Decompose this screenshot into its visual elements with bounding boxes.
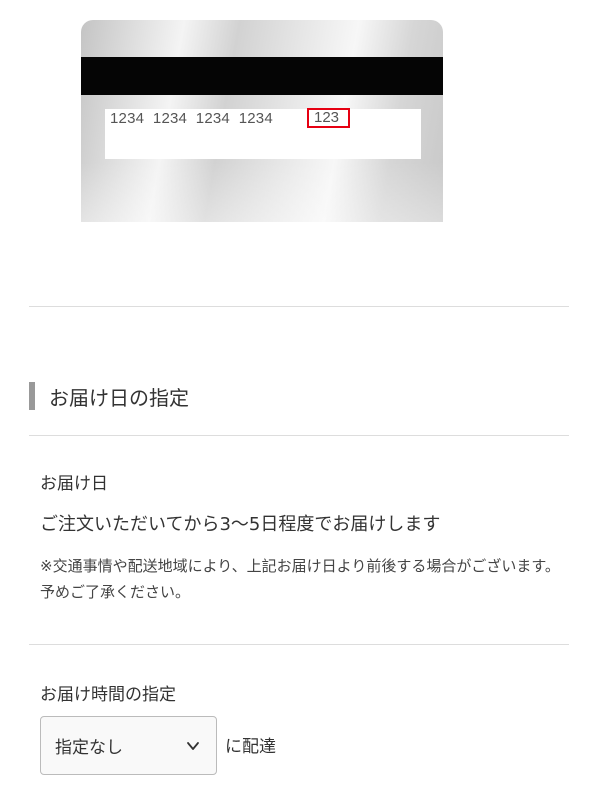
delivery-time-label: お届け時間の指定 [40, 685, 176, 705]
signature-panel: 1234 1234 1234 1234 123 [105, 108, 421, 159]
divider [29, 644, 569, 645]
delivery-time-select[interactable]: 指定なし [40, 716, 217, 775]
security-code-highlight: 123 [307, 108, 350, 128]
delivery-date-text: ご注文いただいてから3〜5日程度でお届けします [40, 514, 441, 535]
card-back-image: 1234 1234 1234 1234 123 [81, 20, 443, 222]
section-heading: お届け日の指定 [29, 381, 189, 411]
delivery-time-suffix: に配達 [225, 737, 276, 757]
chevron-down-icon [187, 742, 199, 750]
divider [29, 306, 569, 307]
delivery-note: ※交通事情や配送地域により、上記お届け日より前後する場合がございます。予めご了承… [40, 557, 560, 601]
magnetic-stripe [81, 57, 443, 95]
section-title: お届け日の指定 [49, 385, 189, 410]
divider [29, 435, 569, 436]
heading-accent-bar [29, 382, 35, 410]
delivery-date-label: お届け日 [40, 474, 108, 494]
card-number-text: 1234 1234 1234 1234 [110, 110, 273, 127]
select-value: 指定なし [55, 738, 123, 758]
